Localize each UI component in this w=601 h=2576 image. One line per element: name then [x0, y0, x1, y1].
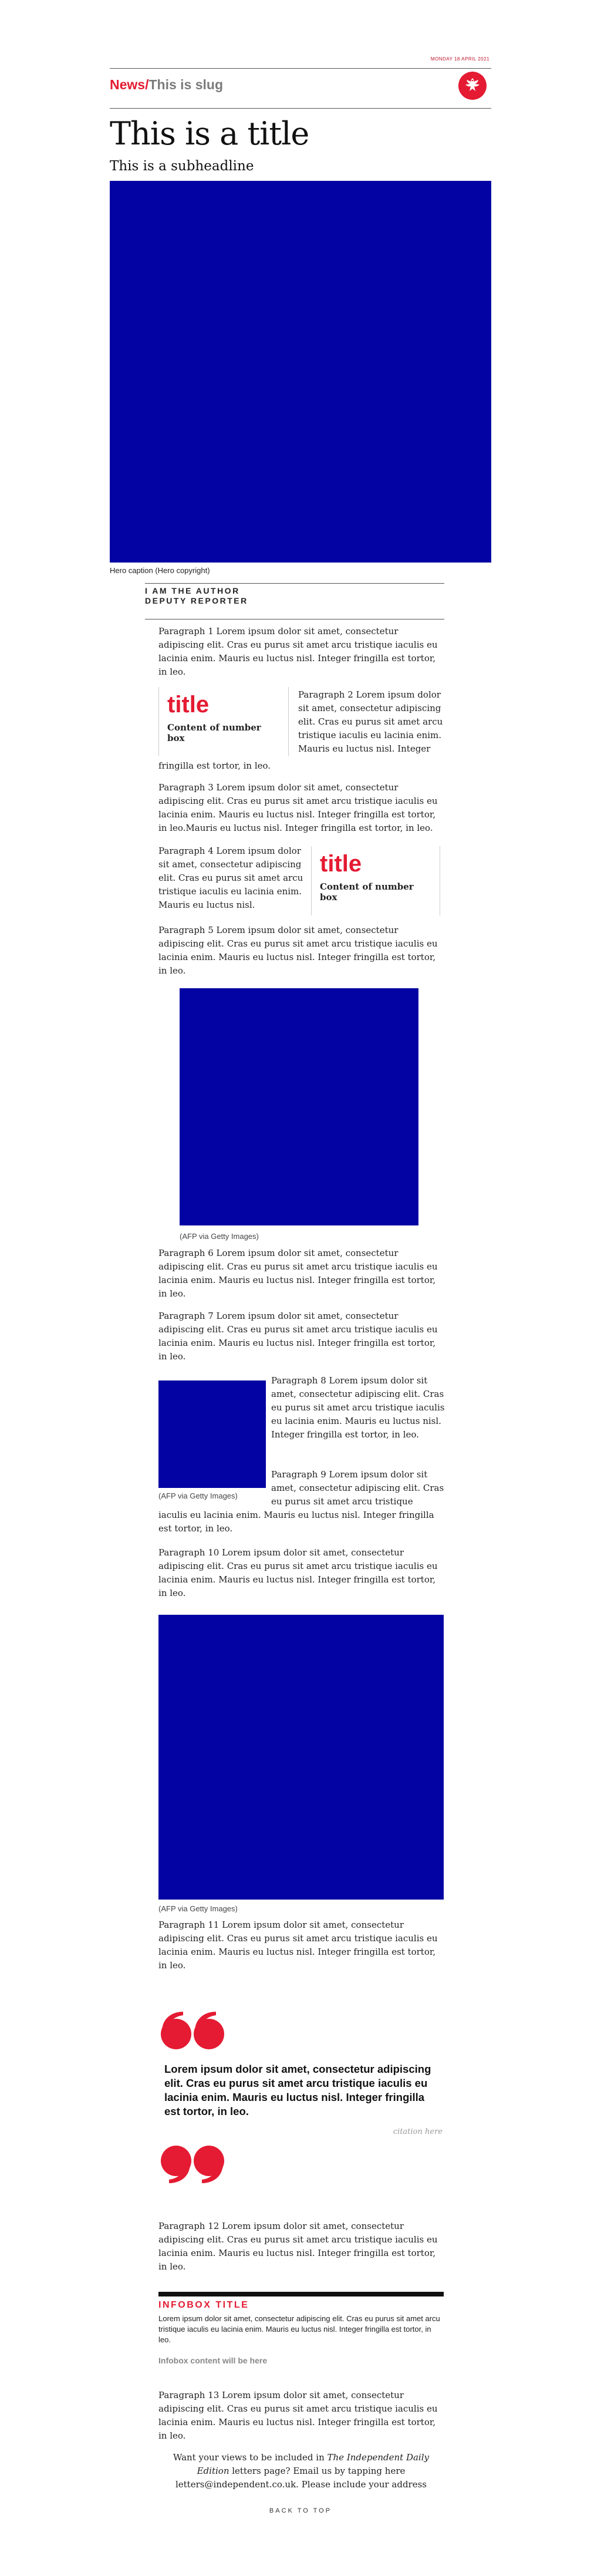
number-box-content: Content of number box — [167, 722, 261, 743]
article-title: This is a title — [110, 115, 309, 152]
article-image-2[interactable] — [158, 1380, 266, 1488]
author-byline: I AM THE AUTHOR DEPUTY REPORTER — [145, 586, 248, 606]
paragraph-1: Paragraph 1 Lorem ipsum dolor sit amet, … — [158, 626, 438, 677]
article-subheadline: This is a subheadline — [110, 159, 254, 174]
close-quote-icon — [157, 2144, 228, 2189]
paragraph-9: Paragraph 9 Lorem ipsum dolor sit amet, … — [271, 1469, 444, 1507]
hero-caption: Hero caption (Hero copyright) — [110, 566, 210, 575]
infobox-top-bar — [158, 2292, 444, 2296]
paragraph-2: Paragraph 2 Lorem ipsum dolor sit amet, … — [298, 689, 443, 754]
paragraph-4: Paragraph 4 Lorem ipsum dolor sit amet, … — [158, 846, 303, 910]
paragraph-3: Paragraph 3 Lorem ipsum dolor sit amet, … — [158, 782, 438, 833]
letters-cta: Want your views to be included in The In… — [158, 2451, 444, 2491]
publish-date: MONDAY 18 APRIL 2021 — [430, 56, 489, 62]
number-box-title: title — [320, 851, 362, 877]
paragraph-6: Paragraph 6 Lorem ipsum dolor sit amet, … — [158, 1248, 438, 1299]
author-top-rule — [145, 583, 444, 584]
author-role: DEPUTY REPORTER — [145, 596, 248, 605]
image-caption-1: (AFP via Getty Images) — [180, 1232, 259, 1241]
back-to-top-link[interactable]: BACK TO TOP — [0, 2507, 601, 2514]
number-box-content: Content of number box — [320, 881, 414, 903]
paragraph-11: Paragraph 11 Lorem ipsum dolor sit amet,… — [158, 1920, 438, 1971]
paragraph-10: Paragraph 10 Lorem ipsum dolor sit amet,… — [158, 1547, 438, 1598]
hero-image[interactable] — [110, 181, 491, 563]
paragraph-7: Paragraph 7 Lorem ipsum dolor sit amet, … — [158, 1311, 438, 1362]
pull-quote-citation: citation here — [393, 2127, 443, 2136]
header-bottom-rule — [110, 108, 491, 109]
paragraph-13: Paragraph 13 Lorem ipsum dolor sit amet,… — [158, 2390, 438, 2441]
number-box-title: title — [167, 692, 210, 718]
paragraph-9-continued: iaculis eu lacinia enim. Mauris eu luctu… — [158, 1510, 434, 1534]
eagle-logo-icon[interactable] — [458, 72, 487, 100]
pull-quote-text: Lorem ipsum dolor sit amet, consectetur … — [164, 2063, 431, 2117]
article-image-3[interactable] — [158, 1615, 444, 1900]
paragraph-8: Paragraph 8 Lorem ipsum dolor sit amet, … — [271, 1375, 445, 1440]
paragraph-12: Paragraph 12 Lorem ipsum dolor sit amet,… — [158, 2221, 438, 2272]
slug-text: This is slug — [148, 77, 224, 92]
infobox-title: INFOBOX TITLE — [158, 2300, 249, 2310]
article-header: News/This is slug — [110, 68, 491, 103]
section-link[interactable]: News — [110, 77, 145, 92]
infobox-body: Lorem ipsum dolor sit amet, consectetur … — [158, 2314, 440, 2344]
article-image-1[interactable] — [180, 988, 418, 1225]
image-caption-2: (AFP via Getty Images) — [158, 1491, 238, 1500]
section-slug: News/This is slug — [110, 77, 223, 93]
infobox-footer: Infobox content will be here — [158, 2356, 268, 2365]
image-caption-3: (AFP via Getty Images) — [158, 1904, 238, 1913]
letters-cta-pre: Want your views to be included in — [173, 2452, 327, 2463]
number-box-1: title Content of number box — [158, 687, 289, 756]
open-quote-icon — [157, 2008, 228, 2053]
paragraph-5: Paragraph 5 Lorem ipsum dolor sit amet, … — [158, 925, 438, 976]
paragraph-2-continued: fringilla est tortor, in leo. — [158, 760, 271, 771]
author-name[interactable]: I AM THE AUTHOR — [145, 586, 248, 596]
number-box-2: title Content of number box — [311, 846, 440, 915]
